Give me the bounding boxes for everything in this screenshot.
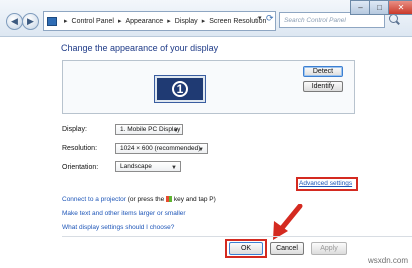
- display-label: Display:: [62, 126, 87, 133]
- text-size-link[interactable]: Make text and other items larger or smal…: [62, 210, 186, 217]
- advanced-settings-link[interactable]: Advanced settings: [299, 180, 352, 187]
- watermark: wsxdn.com: [367, 256, 408, 265]
- divider: [62, 236, 412, 237]
- chevron-right-icon: ▸: [64, 18, 68, 25]
- chevron-down-icon: ▼: [198, 147, 204, 153]
- windows-logo-icon: [166, 196, 173, 203]
- red-arrow-annotation: [273, 204, 303, 240]
- back-button[interactable]: ◀: [6, 13, 23, 30]
- chevron-down-icon[interactable]: ▾: [258, 14, 262, 22]
- which-settings-link[interactable]: What display settings should I choose?: [62, 224, 174, 231]
- crumb-display[interactable]: Display: [175, 18, 198, 25]
- chevron-down-icon: ▼: [171, 165, 177, 171]
- identify-button[interactable]: Identify: [303, 81, 343, 92]
- orientation-select[interactable]: Landscape ▼: [115, 161, 181, 172]
- minimize-button[interactable]: –: [350, 0, 371, 15]
- projector-hint-text-2: key and tap P): [173, 196, 216, 203]
- orientation-select-value: Landscape: [120, 163, 152, 170]
- chevron-right-icon: ▸: [201, 18, 206, 25]
- control-panel-icon: [47, 16, 57, 26]
- chevron-right-icon: ▸: [117, 18, 122, 25]
- monitor-1-icon[interactable]: 1: [154, 75, 206, 103]
- crumb-control-panel[interactable]: Control Panel: [72, 18, 114, 25]
- apply-button: Apply: [311, 242, 347, 255]
- resolution-label: Resolution:: [62, 145, 98, 152]
- resolution-select-value: 1024 × 600 (recommended): [120, 145, 201, 152]
- projector-line: Connect to a projector (or press the key…: [62, 196, 216, 203]
- projector-hint-text: (or press the: [127, 196, 165, 203]
- connect-projector-link[interactable]: Connect to a projector: [62, 196, 126, 203]
- close-button[interactable]: ✕: [388, 0, 412, 15]
- chevron-right-icon: ▸: [167, 18, 171, 25]
- crumb-appearance[interactable]: Appearance: [125, 18, 163, 25]
- ok-button[interactable]: OK: [229, 242, 263, 255]
- page-title: Change the appearance of your display: [61, 43, 219, 53]
- display-select-value: 1. Mobile PC Display: [120, 126, 181, 133]
- display-select[interactable]: 1. Mobile PC Display ▼: [115, 124, 183, 135]
- forward-button[interactable]: ▶: [22, 13, 39, 30]
- refresh-icon[interactable]: ⟳: [266, 13, 274, 24]
- breadcrumb[interactable]: ▸ Control Panel ▸ Appearance ▸ Display ▸…: [43, 11, 276, 31]
- resolution-select[interactable]: 1024 × 600 (recommended) ▼: [115, 143, 208, 154]
- chevron-down-icon: ▼: [173, 128, 179, 134]
- orientation-label: Orientation:: [62, 164, 99, 171]
- detect-button[interactable]: Detect: [303, 66, 343, 77]
- maximize-button[interactable]: □: [369, 0, 390, 15]
- monitor-number: 1: [172, 81, 188, 97]
- cancel-button[interactable]: Cancel: [270, 242, 304, 255]
